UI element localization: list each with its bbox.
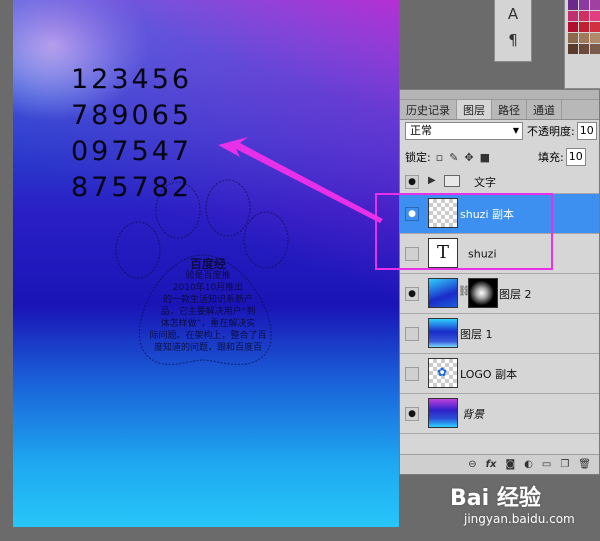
paw-icon: ✿ <box>437 365 448 379</box>
layer-name: 文字 <box>474 175 496 189</box>
number-line: 123456 <box>71 64 193 95</box>
expand-arrow-icon[interactable]: ▶ <box>428 175 436 186</box>
lock-label: 锁定: <box>405 151 431 164</box>
blend-mode-value: 正常 <box>410 124 432 137</box>
paw-line: 的一款生活知识系新产 <box>162 295 253 305</box>
color-swatch[interactable] <box>590 22 600 32</box>
layer-thumbnail <box>428 398 458 428</box>
new-group-icon[interactable]: ▭ <box>542 459 551 470</box>
color-swatch[interactable] <box>590 44 600 54</box>
swatches-panel <box>564 0 600 89</box>
adjustment-icon[interactable]: ◐ <box>524 459 533 470</box>
layer-group-text[interactable]: ● ▶ 文字 <box>400 170 599 194</box>
opacity-label: 不透明度: <box>527 125 575 138</box>
swatch-grid <box>568 0 600 54</box>
annotation-arrow <box>218 137 383 223</box>
color-swatch[interactable] <box>568 0 578 10</box>
chevron-down-icon: ▼ <box>512 126 519 135</box>
layer-thumbnail: ✿ <box>428 358 458 388</box>
color-swatch[interactable] <box>568 11 578 21</box>
eye-hidden-icon[interactable] <box>405 326 419 341</box>
color-swatch[interactable] <box>568 44 578 54</box>
paragraph-icon[interactable]: ¶ <box>503 30 523 50</box>
tab-history[interactable]: 历史记录 <box>400 100 457 119</box>
highlight-box <box>375 193 553 270</box>
fill-label: 填充: <box>538 151 564 164</box>
blend-mode-select[interactable]: 正常 ▼ <box>405 122 523 140</box>
lock-row: 锁定: ▫ ✎ ✥ ■ 填充: 10 <box>405 148 600 166</box>
number-line: 789065 <box>71 100 193 131</box>
layer-logo-copy[interactable]: ✿ LOGO 副本 <box>400 354 599 394</box>
mask-icon[interactable]: ◙ <box>505 459 515 470</box>
number-line: 097547 <box>71 136 193 167</box>
color-swatch[interactable] <box>579 22 589 32</box>
blend-row: 正常 ▼ 不透明度: 10 <box>405 122 597 140</box>
layer-1[interactable]: 图层 1 <box>400 314 599 354</box>
eye-icon[interactable]: ● <box>405 174 419 189</box>
character-panel: A ¶ <box>494 0 532 62</box>
number-text-block: 123456 789065 097547 875782 <box>71 62 192 206</box>
layers-bottom-bar: ⊖ fx ◙ ◐ ▭ ❐ 🗑 <box>400 454 599 474</box>
new-layer-icon[interactable]: ❐ <box>560 459 569 470</box>
paw-line: 度知道的问题，跟和百度百 <box>153 343 262 353</box>
fill-input[interactable]: 10 <box>565 148 586 166</box>
fx-icon[interactable]: fx <box>486 459 497 470</box>
lock-position-icon[interactable]: ✥ <box>464 151 473 164</box>
color-swatch[interactable] <box>590 33 600 43</box>
tab-paths[interactable]: 路径 <box>492 100 527 119</box>
paw-line: 际问题。在架构上，整合了百 <box>149 331 267 341</box>
layer-name: 图层 1 <box>460 327 493 341</box>
panel-tabs: 历史记录 图层 路径 通道 <box>400 100 599 120</box>
tab-channels[interactable]: 通道 <box>527 100 562 119</box>
eye-icon[interactable]: ● <box>405 286 419 301</box>
paw-line: 2010年10月推出 <box>172 283 244 293</box>
layer-2[interactable]: ● ⛓ 图层 2 <box>400 274 599 314</box>
trash-icon[interactable]: 🗑 <box>578 459 591 470</box>
color-swatch[interactable] <box>579 0 589 10</box>
link-icon[interactable]: ⊖ <box>468 459 476 470</box>
layer-mask-thumbnail[interactable] <box>468 278 498 308</box>
opacity-input[interactable]: 10 <box>576 122 597 140</box>
paw-line: 体怎样做”，重在解决实 <box>160 319 256 329</box>
number-line: 875782 <box>71 172 193 203</box>
paw-logo-text: 百度经 验是百度推 2010年10月推出 的一款生活知识系新产 品，它主要解决用… <box>133 258 283 354</box>
layer-name: LOGO 副本 <box>460 367 518 381</box>
watermark-url: jingyan.baidu.com <box>464 512 575 526</box>
color-swatch[interactable] <box>579 11 589 21</box>
panel-title-bar[interactable] <box>400 90 599 100</box>
eye-icon[interactable]: ● <box>405 406 419 421</box>
paw-title: 百度经 <box>189 257 226 271</box>
lock-icons: ▫ ✎ ✥ ■ <box>436 151 490 164</box>
lock-image-icon[interactable]: ✎ <box>449 151 458 164</box>
color-swatch[interactable] <box>590 0 600 10</box>
tab-layers[interactable]: 图层 <box>457 100 492 119</box>
color-swatch[interactable] <box>579 33 589 43</box>
canvas-document[interactable]: 123456 789065 097547 875782 百度经 验是百度推 20… <box>13 0 399 527</box>
layer-name: 背景 <box>462 407 484 421</box>
layer-name: 图层 2 <box>499 287 532 301</box>
color-swatch[interactable] <box>568 33 578 43</box>
eye-hidden-icon[interactable] <box>405 366 419 381</box>
layer-background[interactable]: ● 背景 <box>400 394 599 434</box>
layers-panel: 历史记录 图层 路径 通道 正常 ▼ 不透明度: 10 锁定: ▫ ✎ ✥ ■ … <box>399 89 600 475</box>
color-swatch[interactable] <box>590 11 600 21</box>
paw-line: 验是百度推 <box>185 271 231 281</box>
layer-thumbnail <box>428 318 458 348</box>
paw-line: 品，它主要解决用户“到 <box>160 307 256 317</box>
lock-transparent-icon[interactable]: ▫ <box>436 151 443 164</box>
color-swatch[interactable] <box>568 22 578 32</box>
folder-icon <box>444 175 460 187</box>
lock-all-icon[interactable]: ■ <box>480 151 490 164</box>
watermark-brand: Bai 经验 <box>450 486 541 511</box>
color-swatch[interactable] <box>579 44 589 54</box>
layer-thumbnail <box>428 278 458 308</box>
text-a-icon[interactable]: A <box>503 4 523 24</box>
